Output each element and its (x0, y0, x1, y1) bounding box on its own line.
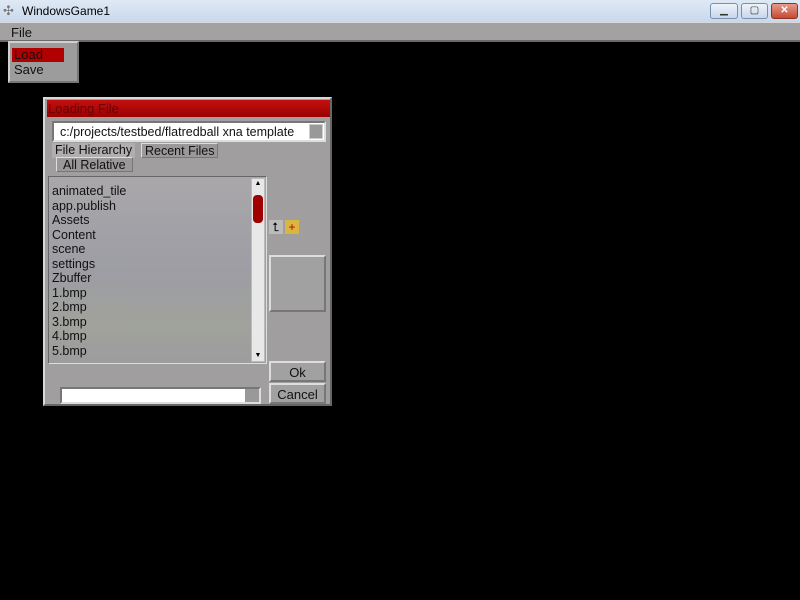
scroll-down-icon[interactable]: ▼ (252, 351, 264, 361)
file-list-item[interactable]: 2.bmp (49, 300, 247, 315)
maximize-button[interactable]: ▢ (741, 3, 768, 19)
title-bar: ✣ WindowsGame1 ▁ ▢ ✕ (0, 0, 800, 22)
file-list-item[interactable]: animated_tile (49, 184, 247, 199)
ok-button[interactable]: Ok (269, 361, 326, 382)
close-button[interactable]: ✕ (771, 3, 798, 19)
scroll-thumb[interactable] (253, 195, 263, 223)
path-field[interactable]: c:/projects/testbed/flatredball xna temp… (52, 121, 326, 142)
tab-recent-files[interactable]: Recent Files (141, 143, 219, 158)
file-list-item[interactable]: settings (49, 257, 247, 272)
cancel-button[interactable]: Cancel (269, 383, 326, 404)
menu-bar: File (0, 22, 800, 42)
file-list-item[interactable]: 5.bmp (49, 344, 247, 359)
up-directory-icon[interactable]: ⮤ (269, 220, 283, 234)
file-list-item[interactable]: Zbuffer (49, 271, 247, 286)
menu-item-load[interactable]: Load (12, 48, 64, 62)
dialog-title[interactable]: Loading File (47, 100, 330, 117)
minimize-button[interactable]: ▁ (710, 3, 738, 19)
path-text: c:/projects/testbed/flatredball xna temp… (60, 125, 295, 139)
preview-box (269, 255, 326, 312)
loading-file-dialog: Loading File c:/projects/testbed/flatred… (43, 97, 332, 406)
gamepad-icon: ✣ (3, 3, 14, 18)
filename-input[interactable] (60, 387, 261, 404)
file-list-item[interactable]: 4.bmp (49, 329, 247, 344)
new-folder-icon[interactable]: + (285, 220, 299, 234)
file-list-item[interactable]: Content (49, 228, 247, 243)
menu-item-save[interactable]: Save (12, 63, 64, 77)
window-title: WindowsGame1 (22, 4, 111, 18)
filename-button[interactable] (245, 389, 259, 402)
scroll-up-icon[interactable]: ▲ (252, 179, 264, 189)
file-list-item[interactable]: Assets (49, 213, 247, 228)
file-menu-dropdown: Load Save (8, 41, 79, 83)
scrollbar[interactable]: ▲ ▼ (251, 178, 265, 362)
file-list-item[interactable]: app.publish (49, 199, 247, 214)
file-list-item[interactable]: scene (49, 242, 247, 257)
menu-file[interactable]: File (11, 25, 32, 40)
file-list[interactable]: animated_tile app.publish Assets Content sce… (48, 176, 267, 364)
file-list-item[interactable]: 3.bmp (49, 315, 247, 330)
all-relative-button[interactable]: All Relative (56, 157, 133, 172)
file-list-item[interactable]: 1.bmp (49, 286, 247, 301)
tab-file-hierarchy[interactable]: File Hierarchy (52, 143, 136, 158)
path-dropdown-button[interactable] (309, 124, 323, 139)
